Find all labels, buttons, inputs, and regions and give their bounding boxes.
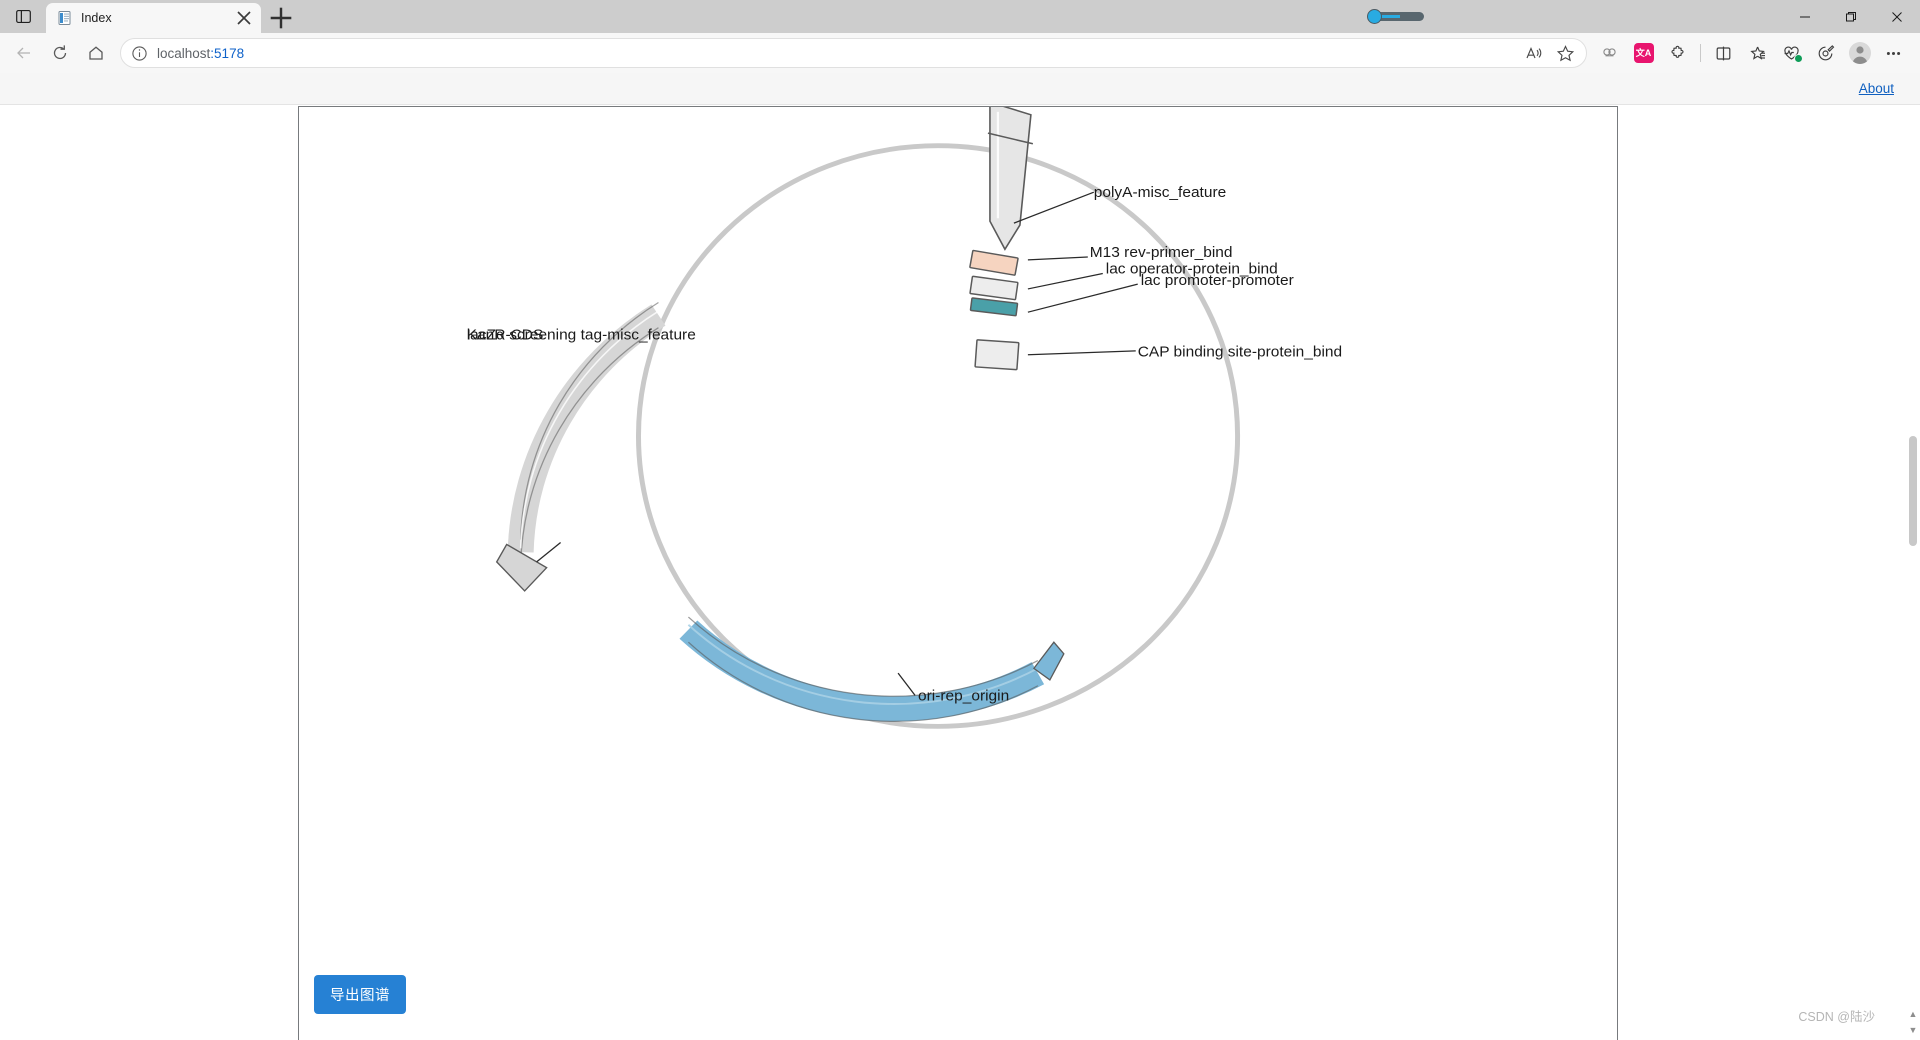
add-favorite-icon[interactable] (1741, 38, 1774, 68)
collections-icon[interactable] (1593, 38, 1626, 68)
url-port: :5178 (210, 45, 245, 61)
scrollbar-thumb[interactable] (1909, 436, 1917, 546)
url-host: localhost (157, 45, 211, 61)
toolbar-icons: 文A (1593, 38, 1914, 68)
document-favicon (57, 10, 73, 26)
translate-badge: 文A (1633, 43, 1654, 63)
page-scrollbar[interactable]: ▲ ▼ (1906, 146, 1920, 1040)
new-tab-button[interactable] (266, 3, 296, 33)
watermark: CSDN @陆沙 (1798, 1010, 1875, 1024)
label-ori[interactable]: ori-rep_origin (918, 687, 1009, 704)
split-screen-icon[interactable] (1707, 38, 1740, 68)
close-icon[interactable] (235, 9, 253, 27)
browser-titlebar: Index (0, 0, 1920, 33)
feature-polya-misc[interactable] (987, 107, 1034, 251)
page-viewport: About polyA-misc_feature M13 rev-primer_… (0, 73, 1920, 1040)
label-cap-binding[interactable]: CAP binding site-protein_bind (1138, 344, 1342, 361)
maximize-icon[interactable] (1828, 0, 1874, 33)
plasmid-backbone (635, 143, 1241, 729)
browser-essentials-icon[interactable] (1775, 38, 1808, 68)
tab-actions-icon[interactable] (0, 0, 46, 33)
site-header: About (0, 73, 1920, 105)
browser-tab[interactable]: Index (46, 3, 261, 33)
label-polya[interactable]: polyA-misc_feature (1094, 184, 1226, 201)
leader-lines (536, 191, 1138, 696)
feature-kanr-cds[interactable] (495, 301, 666, 592)
label-m13-rev[interactable]: M13 rev-primer_bind (1090, 244, 1233, 261)
profile-avatar-icon[interactable] (1843, 38, 1876, 68)
avatar (1848, 42, 1871, 64)
label-lacz-screening-tag[interactable]: lacZα screening tag-misc_feature (467, 326, 696, 343)
tab-strip-slider[interactable] (1367, 0, 1430, 33)
tab-title: Index (81, 11, 112, 25)
status-dot (1794, 54, 1803, 63)
label-lac-promoter[interactable]: lac promoter-promoter (1141, 272, 1294, 289)
slider-knob[interactable] (1367, 9, 1382, 24)
url-text: localhost:5178 (157, 46, 1509, 61)
feature-cap-binding-site[interactable] (974, 339, 1020, 371)
home-icon[interactable] (78, 38, 114, 68)
minimize-icon[interactable] (1782, 0, 1828, 33)
plasmid-map-svg[interactable]: polyA-misc_feature M13 rev-primer_bind l… (299, 107, 1617, 1040)
scroll-up-arrow-icon[interactable]: ▲ (1908, 1008, 1918, 1020)
toolbar-divider (1700, 44, 1701, 62)
about-link[interactable]: About (1859, 81, 1894, 96)
reload-icon[interactable] (42, 38, 78, 68)
scroll-down-arrow-icon[interactable]: ▼ (1908, 1024, 1918, 1036)
settings-more-icon[interactable] (1877, 38, 1910, 68)
feature-ori-rep-origin[interactable] (679, 616, 1065, 722)
site-info-icon[interactable] (131, 45, 148, 62)
close-window-icon[interactable] (1874, 0, 1920, 33)
back-icon[interactable] (6, 38, 42, 68)
feature-lac-operator-protein-bind[interactable] (969, 275, 1019, 301)
extensions-icon[interactable] (1661, 38, 1694, 68)
export-map-button[interactable]: 导出图谱 (314, 975, 406, 1014)
browser-window: Index localhost:5178 文A About polyA-misc… (0, 0, 1920, 1040)
favorites-star-icon[interactable] (1550, 40, 1580, 66)
feature-m13-rev-primer-bind[interactable] (969, 249, 1019, 276)
feature-lac-promoter[interactable] (969, 297, 1019, 317)
browser-toolbar: localhost:5178 文A (0, 33, 1920, 73)
screenshot-icon[interactable] (1809, 38, 1842, 68)
slider-track (1367, 9, 1424, 24)
address-bar[interactable]: localhost:5178 (120, 38, 1587, 68)
plasmid-map-card: polyA-misc_feature M13 rev-primer_bind l… (298, 106, 1618, 1040)
translate-icon[interactable]: 文A (1627, 38, 1660, 68)
read-aloud-icon[interactable] (1518, 40, 1548, 66)
window-controls (1782, 0, 1920, 33)
